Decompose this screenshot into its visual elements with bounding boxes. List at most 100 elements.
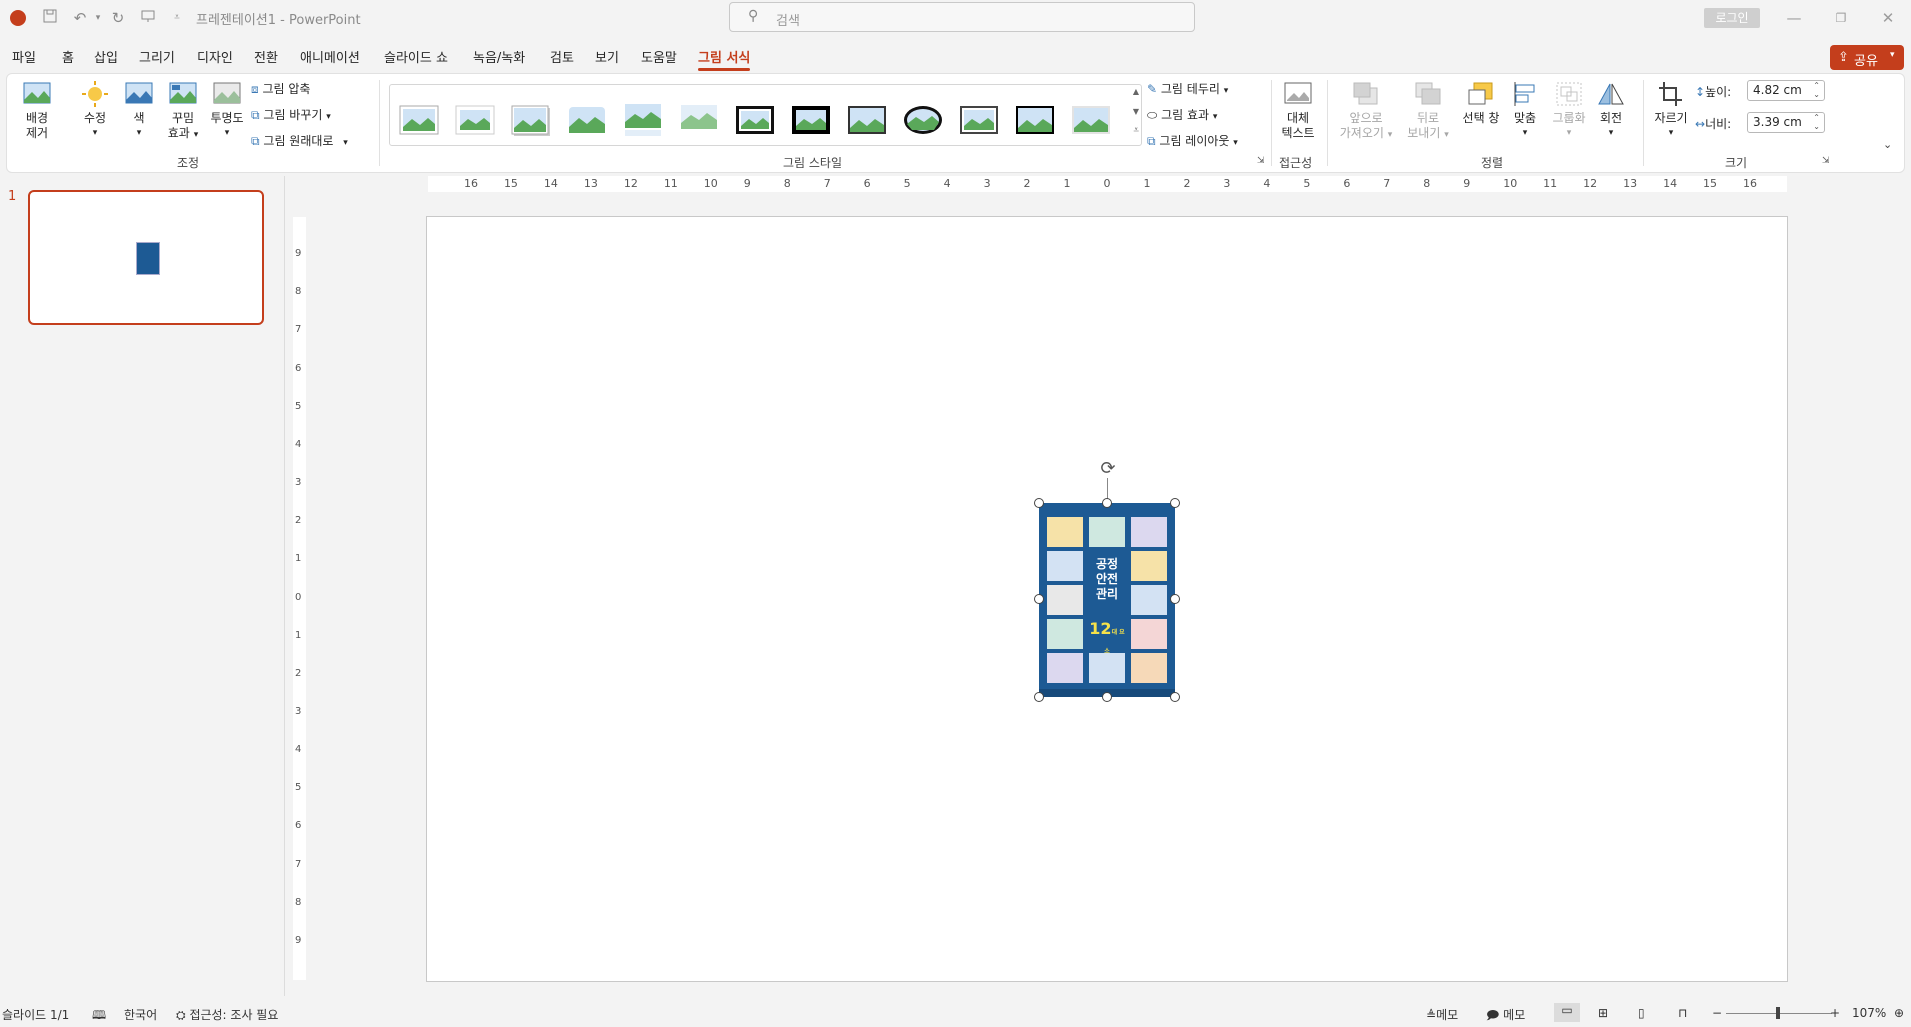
gallery-more-icon[interactable]: ⩡ xyxy=(1133,125,1139,136)
search-box[interactable]: ⚲ 검색 xyxy=(729,2,1195,32)
dialog-launcher-icon[interactable]: ⇲ xyxy=(1822,156,1830,166)
style-soft-reflection[interactable] xyxy=(678,100,720,140)
stepper-icon[interactable]: ⌃ ⌄ xyxy=(1813,81,1820,99)
customize-icon[interactable]: ⩡ xyxy=(167,8,187,28)
collapse-ribbon-icon[interactable]: ⌄ xyxy=(1883,138,1892,151)
accessibility-status[interactable]: ⛭ 접근성: 조사 필요 xyxy=(176,1006,278,1023)
gallery-scroll-down-icon[interactable]: ▼ xyxy=(1133,107,1139,116)
alt-text-button[interactable]: 대체 텍스트 xyxy=(1277,80,1319,141)
remove-background-button[interactable]: 배경 제거 xyxy=(15,80,59,141)
rotation-handle-icon[interactable]: ⟳ xyxy=(1097,458,1119,480)
style-black-frame[interactable] xyxy=(734,100,776,140)
corrections-button[interactable]: 수정 ▾ xyxy=(75,80,115,141)
tab-draw[interactable]: 그리기 xyxy=(139,47,175,66)
style-simple-frame[interactable] xyxy=(398,100,440,140)
close-icon[interactable]: ✕ xyxy=(1873,6,1903,30)
login-button[interactable]: 로그인 xyxy=(1704,8,1760,28)
stepper-icon[interactable]: ⌃ ⌄ xyxy=(1813,113,1820,131)
bring-forward-button[interactable]: 앞으로 가져오기 ▾ xyxy=(1335,80,1397,143)
redo-icon[interactable]: ↻ xyxy=(108,8,128,28)
tab-picture-format[interactable]: 그림 서식 xyxy=(698,47,751,71)
picture-border-button[interactable]: ✎ 그림 테두리 ▾ xyxy=(1147,80,1228,97)
tab-review[interactable]: 검토 xyxy=(550,47,574,66)
undo-icon[interactable]: ↶ xyxy=(70,8,90,28)
resize-handle[interactable] xyxy=(1034,498,1044,508)
selection-pane-button[interactable]: 선택 창 xyxy=(1459,80,1503,126)
present-icon[interactable] xyxy=(138,8,158,28)
ruler-tick: 10 xyxy=(1503,177,1518,190)
ruler-tick: 5 xyxy=(295,400,302,412)
ruler-tick: 9 xyxy=(743,177,751,190)
resize-handle[interactable] xyxy=(1102,692,1112,702)
resize-handle[interactable] xyxy=(1170,692,1180,702)
gallery-scroll-up-icon[interactable]: ▲ xyxy=(1133,87,1139,96)
send-backward-icon xyxy=(1415,82,1441,105)
pane-divider[interactable] xyxy=(284,176,285,996)
tab-insert[interactable]: 삽입 xyxy=(94,47,118,66)
height-input[interactable]: 4.82 cm ⌃ ⌄ xyxy=(1747,80,1825,101)
style-oval[interactable] xyxy=(902,100,944,140)
tab-animations[interactable]: 애니메이션 xyxy=(300,47,360,66)
crop-button[interactable]: 자르기 ▾ xyxy=(1651,80,1691,141)
artistic-effects-button[interactable]: 꾸밈 효과 ▾ xyxy=(163,80,203,143)
style-soft-edge[interactable] xyxy=(566,100,608,140)
tab-design[interactable]: 디자인 xyxy=(197,47,233,66)
selected-picture[interactable]: 공정 안전 관리 12대 요소 xyxy=(1039,503,1175,697)
save-icon[interactable] xyxy=(40,8,60,28)
resize-handle[interactable] xyxy=(1170,498,1180,508)
style-perspective[interactable] xyxy=(1070,100,1112,140)
style-reflection[interactable] xyxy=(622,100,664,140)
normal-view-icon[interactable]: ▭ xyxy=(1554,1003,1580,1022)
style-black-thin[interactable] xyxy=(1014,100,1056,140)
compress-pictures-button[interactable]: ⧈ 그림 압축 xyxy=(251,80,310,97)
transparency-button[interactable]: 투명도 ▾ xyxy=(205,80,249,141)
tab-home[interactable]: 홈 xyxy=(62,47,74,66)
resize-handle[interactable] xyxy=(1034,692,1044,702)
picture-layout-button[interactable]: ⧉ 그림 레이아웃 ▾ xyxy=(1147,132,1238,149)
style-shadow-rect[interactable] xyxy=(510,100,552,140)
style-thick-white[interactable] xyxy=(454,100,496,140)
zoom-slider-thumb[interactable] xyxy=(1776,1007,1780,1019)
fit-slide-icon[interactable]: ⊕ xyxy=(1894,1006,1904,1020)
rotate-button[interactable]: 회전 ▾ xyxy=(1593,80,1629,141)
picture-effects-button[interactable]: ⬭ 그림 효과 ▾ xyxy=(1147,106,1217,123)
zoom-out-icon[interactable]: − xyxy=(1712,1006,1722,1020)
resize-handle[interactable] xyxy=(1034,594,1044,604)
zoom-in-icon[interactable]: + xyxy=(1830,1006,1840,1020)
tab-file[interactable]: 파일 xyxy=(12,47,36,66)
align-button[interactable]: 맞춤 ▾ xyxy=(1507,80,1543,141)
rotate-label: 회전 xyxy=(1599,111,1623,125)
comments-button[interactable]: 🗩 메모 xyxy=(1486,1006,1525,1027)
tab-transitions[interactable]: 전환 xyxy=(254,47,278,66)
style-thick-black[interactable] xyxy=(790,100,832,140)
language-indicator[interactable]: 한국어 xyxy=(124,1006,157,1023)
slide-thumbnail[interactable] xyxy=(28,190,264,325)
restore-icon[interactable]: ❐ xyxy=(1826,6,1856,30)
spelling-icon[interactable]: 🕮 xyxy=(92,1006,106,1027)
change-picture-button[interactable]: ⧉ 그림 바꾸기 ▾ xyxy=(251,106,331,123)
reset-picture-button[interactable]: ⧉ 그림 원래대로 ▾ xyxy=(251,132,348,149)
minimize-icon[interactable]: — xyxy=(1779,6,1809,30)
tab-view[interactable]: 보기 xyxy=(595,47,619,66)
color-label: 색 xyxy=(133,111,145,125)
notes-button[interactable]: ≜메모 xyxy=(1426,1006,1458,1023)
reading-view-icon[interactable]: ▯ xyxy=(1638,1006,1645,1020)
resize-handle[interactable] xyxy=(1102,498,1112,508)
dialog-launcher-icon[interactable]: ⇲ xyxy=(1257,156,1265,166)
width-input[interactable]: 3.39 cm ⌃ ⌄ xyxy=(1747,112,1825,133)
tab-help[interactable]: 도움말 xyxy=(641,47,677,66)
style-simple-black[interactable] xyxy=(846,100,888,140)
resize-handle[interactable] xyxy=(1170,594,1180,604)
search-icon: ⚲ xyxy=(748,8,759,24)
dropdown-icon[interactable]: ▾ xyxy=(88,8,108,28)
share-button[interactable]: ⇪ 공유 ▾ xyxy=(1830,45,1904,70)
slide-sorter-icon[interactable]: ⊞ xyxy=(1598,1006,1608,1020)
tab-slideshow[interactable]: 슬라이드 쇼 xyxy=(384,47,448,66)
slideshow-icon[interactable]: ⊓ xyxy=(1678,1006,1687,1020)
zoom-level[interactable]: 107% xyxy=(1852,1006,1886,1020)
color-button[interactable]: 색 ▾ xyxy=(121,80,157,141)
group-button[interactable]: 그룹화 ▾ xyxy=(1549,80,1589,141)
tab-record[interactable]: 녹음/녹화 xyxy=(473,47,525,66)
style-double-frame[interactable] xyxy=(958,100,1000,140)
send-backward-button[interactable]: 뒤로 보내기 ▾ xyxy=(1401,80,1455,143)
